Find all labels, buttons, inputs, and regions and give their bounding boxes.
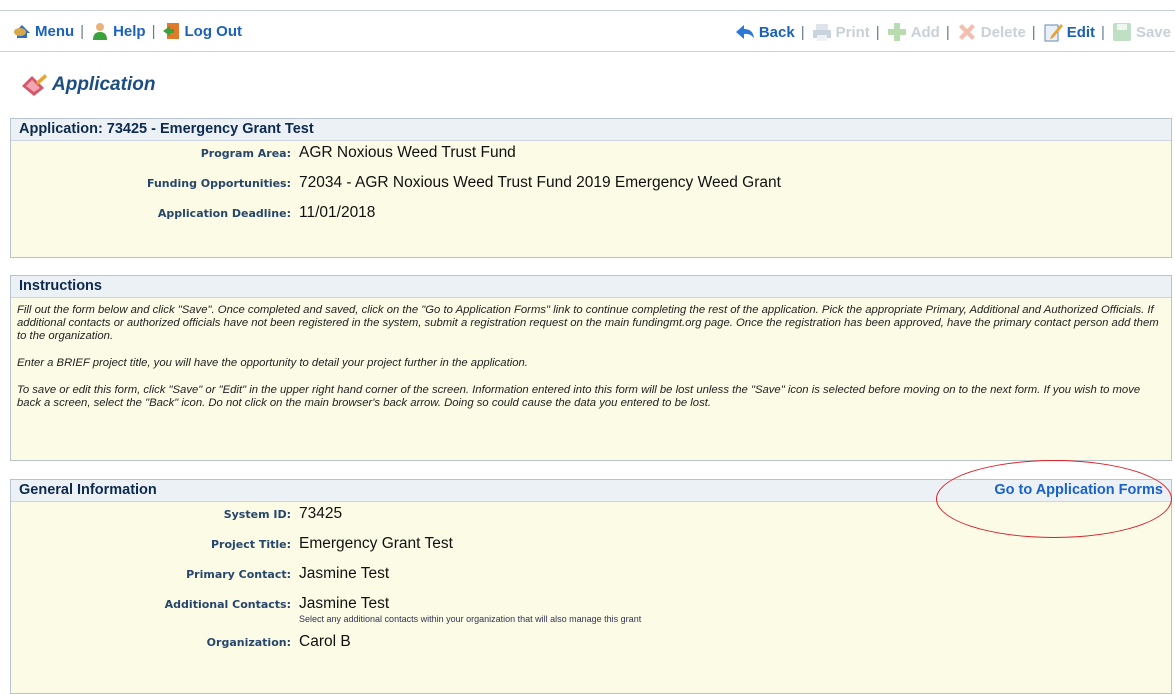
back-button[interactable]: Back [734,21,795,43]
system-id-value: 73425 [299,505,343,522]
toolbar-separator: | [80,22,85,40]
general-information-title: General Information [19,482,157,498]
additional-contacts-value: Jasmine Test [299,595,390,612]
save-icon [1112,23,1131,41]
system-id-label: System ID: [223,508,291,521]
logout-label: Log Out [184,22,242,40]
toolbar-separator: | [1101,23,1105,41]
instructions-panel: Instructions Fill out the form below and… [10,275,1172,461]
edit-label: Edit [1066,23,1096,41]
save-button[interactable]: Save [1111,21,1171,43]
primary-contact-label: Primary Contact: [186,568,291,581]
additional-contacts-hint: Select any additional contacts within yo… [299,614,642,624]
toolbar-separator: | [800,23,805,41]
project-title-value: Emergency Grant Test [299,535,453,552]
menu-label: Menu [35,22,75,40]
toolbar-right: Back | Print | Add | Delete | Edit | Sav… [734,21,1171,43]
delete-label: Delete [980,23,1026,41]
organization-row: Organization: Carol B [11,633,1171,663]
deadline-label: Application Deadline: [157,207,291,220]
application-panel: Application: 73425 - Emergency Grant Tes… [10,118,1172,258]
instructions-paragraph: Fill out the form below and click "Save"… [17,304,1159,342]
deadline-value: 11/01/2018 [299,204,376,221]
page-title: Application [52,74,156,95]
logout-icon [162,23,179,39]
instructions-paragraph: Enter a BRIEF project title, you will ha… [17,357,528,369]
organization-label: Organization: [206,636,291,649]
delete-icon [958,24,975,40]
back-label: Back [758,23,795,41]
add-icon [887,23,906,41]
add-button[interactable]: Add [886,21,940,43]
project-title-label: Project Title: [210,538,291,551]
top-toolbar: Menu | Help | Log Out Back | Print | Add… [0,10,1175,52]
print-button[interactable]: Print [811,21,870,43]
page-heading: Application [20,72,155,98]
funding-row: Funding Opportunities: 72034 - AGR Noxio… [11,174,1171,204]
additional-contacts-label: Additional Contacts: [164,598,291,611]
program-area-row: Program Area: AGR Noxious Weed Trust Fun… [11,144,1171,174]
edit-button[interactable]: Edit [1042,21,1095,43]
print-label: Print [835,23,870,41]
program-area-value: AGR Noxious Weed Trust Fund [299,144,516,161]
menu-link[interactable]: Menu [12,21,74,41]
add-label: Add [910,23,940,41]
project-title-row: Project Title: Emergency Grant Test [11,535,1171,565]
general-information-header: General Information Go to Application Fo… [11,480,1171,502]
toolbar-separator: | [151,22,156,40]
application-icon [22,74,47,96]
instructions-text: Fill out the form below and click "Save"… [11,298,1171,410]
primary-contact-value: Jasmine Test [299,565,390,582]
toolbar-separator: | [875,23,880,41]
delete-button[interactable]: Delete [956,21,1026,43]
save-label: Save [1135,23,1171,41]
go-to-application-forms-link[interactable]: Go to Application Forms [994,482,1163,498]
application-header: Application: 73425 - Emergency Grant Tes… [11,119,1171,141]
edit-icon [1044,24,1063,42]
instructions-header: Instructions [11,276,1171,298]
logout-link[interactable]: Log Out [162,21,242,41]
additional-contacts-row: Additional Contacts: Jasmine Test Select… [11,595,1171,633]
additional-contacts-cell: Jasmine Test Select any additional conta… [299,595,641,624]
system-id-row: System ID: 73425 [11,505,1171,535]
program-area-label: Program Area: [200,147,291,160]
funding-value: 72034 - AGR Noxious Weed Trust Fund 2019… [299,174,781,191]
back-arrow-icon [735,25,754,39]
print-icon [812,24,831,41]
organization-value: Carol B [299,633,351,650]
deadline-row: Application Deadline: 11/01/2018 [11,204,1171,234]
toolbar-left: Menu | Help | Log Out [12,21,242,41]
instructions-paragraph: To save or edit this form, click "Save" … [17,384,1141,409]
primary-contact-row: Primary Contact: Jasmine Test [11,565,1171,595]
help-person-icon [93,23,108,40]
menu-icon [14,25,30,38]
help-label: Help [113,22,146,40]
toolbar-separator: | [1031,23,1036,41]
general-information-panel: General Information Go to Application Fo… [10,479,1172,694]
help-link[interactable]: Help [90,21,146,41]
toolbar-separator: | [945,23,950,41]
funding-label: Funding Opportunities: [146,177,291,190]
